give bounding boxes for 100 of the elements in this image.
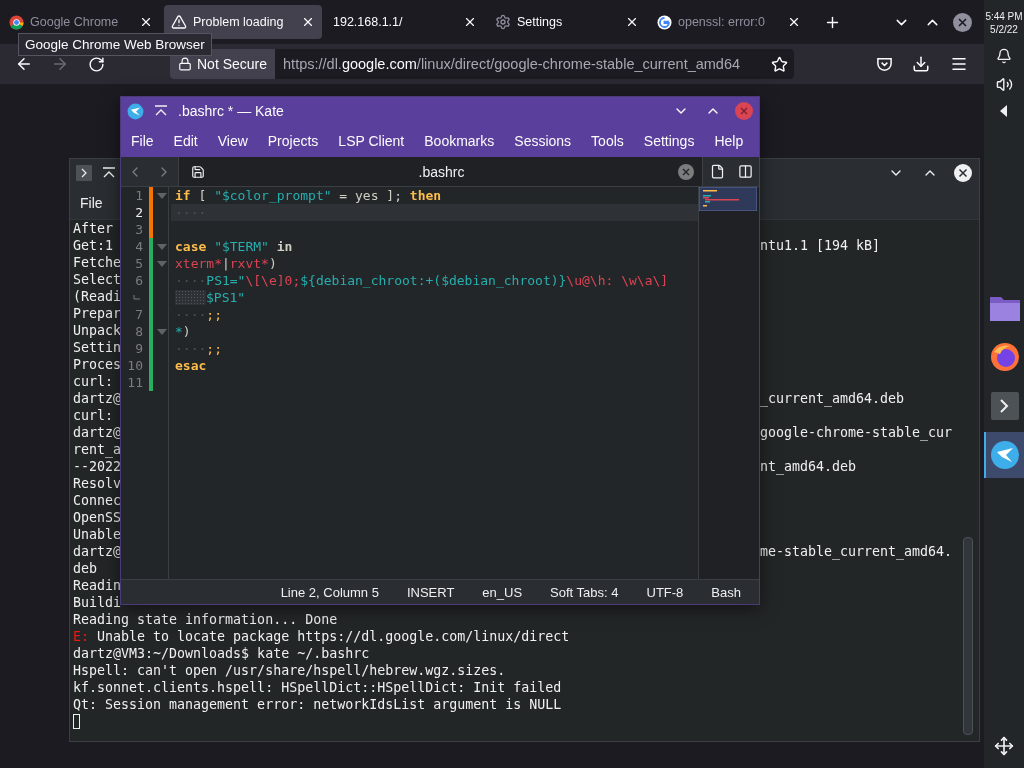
menu-item[interactable]: File — [80, 194, 103, 211]
status-item[interactable]: Bash — [697, 584, 755, 600]
terminal-line: Buildi — [73, 594, 122, 611]
browser-tab[interactable]: openssl: error:0 — [650, 5, 808, 39]
window-title: .bashrc * — Kate — [178, 103, 285, 119]
menu-item[interactable]: View — [207, 133, 258, 149]
terminal-line: Readin — [73, 577, 122, 594]
volume-icon[interactable] — [995, 76, 1013, 93]
terminal-line: Unable — [73, 526, 122, 543]
back-icon — [15, 55, 33, 73]
menu-item[interactable]: Edit — [163, 133, 208, 149]
menu-item[interactable]: File — [121, 133, 164, 149]
firefox-icon — [990, 342, 1020, 372]
fold-icon[interactable] — [157, 328, 167, 335]
close-icon[interactable] — [301, 15, 315, 29]
terminal-line: --2022 — [73, 458, 122, 475]
keep-above-icon[interactable] — [102, 166, 116, 179]
close-icon[interactable] — [787, 15, 801, 29]
terminal-line: E: Unable to locate package https://dl.google.com/linux/direct — [73, 628, 570, 645]
clock-date[interactable]: 5/2/22 — [990, 23, 1018, 36]
line-number: 8 — [134, 323, 144, 340]
terminal-line: Fetche — [73, 254, 122, 271]
menu-item[interactable]: Tools — [581, 133, 634, 149]
terminal-line: Resolv — [73, 475, 122, 492]
chrome-icon — [9, 14, 24, 30]
menu-item[interactable]: LSP Client — [328, 133, 415, 149]
status-item[interactable]: UTF-8 — [632, 584, 698, 600]
text-cursor — [73, 714, 80, 729]
line-number: 4 — [134, 238, 144, 255]
address-field[interactable]: Not Secure https://dl.google.com/linux/direct/google-chrome-stable_current_amd64 — [170, 49, 794, 79]
line-number: 1 — [134, 187, 144, 204]
code-line: esac — [174, 357, 208, 374]
kate-icon — [127, 102, 144, 120]
pocket-icon[interactable] — [876, 55, 893, 73]
menu-item[interactable]: Bookmarks — [414, 133, 505, 149]
download-icon[interactable] — [912, 55, 930, 73]
line-number: 5 — [134, 255, 144, 272]
keep-above-icon[interactable] — [154, 105, 168, 117]
browser-tab[interactable]: Settings — [488, 5, 646, 39]
notifications-icon[interactable] — [996, 48, 1012, 64]
line-number: 9 — [134, 340, 144, 357]
browser-tab[interactable]: Problem loading — [164, 5, 322, 39]
close-icon[interactable] — [625, 15, 639, 29]
settings-icon — [495, 14, 511, 30]
star-icon[interactable] — [771, 55, 788, 73]
terminal-line: dartz@ — [73, 390, 122, 407]
wrap-indent-drawing — [175, 290, 206, 305]
fold-icon[interactable] — [157, 260, 167, 267]
terminal-line: Hspell: can't open /usr/share/hspell/hebrew.wgz.sizes. — [73, 662, 506, 679]
save-icon — [191, 164, 205, 179]
menu-item[interactable]: Sessions — [504, 133, 582, 149]
menu-item[interactable]: Projects — [257, 133, 329, 149]
terminal-line: rent_a — [73, 441, 122, 458]
lock-icon — [178, 57, 192, 71]
browser-tab[interactable]: 192.168.1.1/ — [326, 5, 484, 39]
terminal-line: Proces — [73, 356, 122, 373]
menu-item[interactable]: Help — [704, 133, 754, 149]
terminal-line: dartz@ — [73, 543, 122, 560]
terminal-line: Connec — [73, 492, 122, 509]
terminal-line: curl: — [73, 407, 114, 424]
terminal-line: (Readi — [73, 288, 122, 305]
move-icon[interactable] — [994, 736, 1014, 756]
menu-item[interactable]: Settings — [633, 133, 705, 149]
menu-icon[interactable] — [950, 55, 968, 73]
reload-icon — [87, 55, 105, 73]
tooltip: Google Chrome Web Browser — [18, 33, 212, 56]
line-number: 7 — [134, 306, 144, 323]
terminal-line: OpenSS — [73, 509, 122, 526]
status-item[interactable]: INSERT — [392, 584, 469, 600]
line-number: 10 — [126, 357, 144, 374]
status-item[interactable]: en_US — [468, 584, 537, 600]
close-icon[interactable] — [463, 15, 477, 29]
line-number: 11 — [126, 374, 144, 391]
forward-icon — [51, 55, 69, 73]
code-line: ····PS1="\[\e]0;${debian_chroot:+($debian_chroot)}\u@\h: \w\a\] — [174, 272, 670, 289]
line-number: 2 — [134, 204, 144, 221]
close-icon[interactable] — [954, 163, 972, 182]
close-icon[interactable] — [139, 15, 153, 29]
status-item[interactable]: Line 2, Column 5 — [266, 584, 393, 600]
terminal-line: After — [73, 220, 114, 237]
terminal-line: Settin — [73, 339, 122, 356]
line-number: 6 — [134, 272, 144, 289]
status-item[interactable]: Soft Tabs: 4 — [536, 584, 633, 600]
fold-icon[interactable] — [157, 243, 167, 250]
code-line: if [ "$color_prompt" = yes ]; then — [174, 187, 443, 204]
terminal-line: Reading state information... Done — [73, 611, 338, 628]
code-line: case "$TERM" in — [174, 238, 294, 255]
dock-item[interactable] — [984, 432, 1024, 478]
file-icon[interactable] — [709, 164, 725, 179]
split-view-icon[interactable] — [737, 164, 753, 179]
terminal-line: Get:1 — [73, 237, 114, 254]
terminal-line: Unpack — [73, 322, 122, 339]
terminal-line: dartz@VM3:~/Downloads$ kate ~/.bashrc — [73, 645, 370, 662]
fold-icon[interactable] — [157, 192, 167, 199]
clock-time[interactable]: 5:44 PM — [985, 10, 1023, 23]
minimap-drawing — [699, 187, 757, 211]
code-line: ····;; — [174, 306, 223, 323]
expand-icon[interactable] — [1000, 105, 1008, 117]
scrollbar[interactable] — [963, 537, 973, 735]
code-line: xterm*|rxvt*) — [174, 255, 278, 272]
